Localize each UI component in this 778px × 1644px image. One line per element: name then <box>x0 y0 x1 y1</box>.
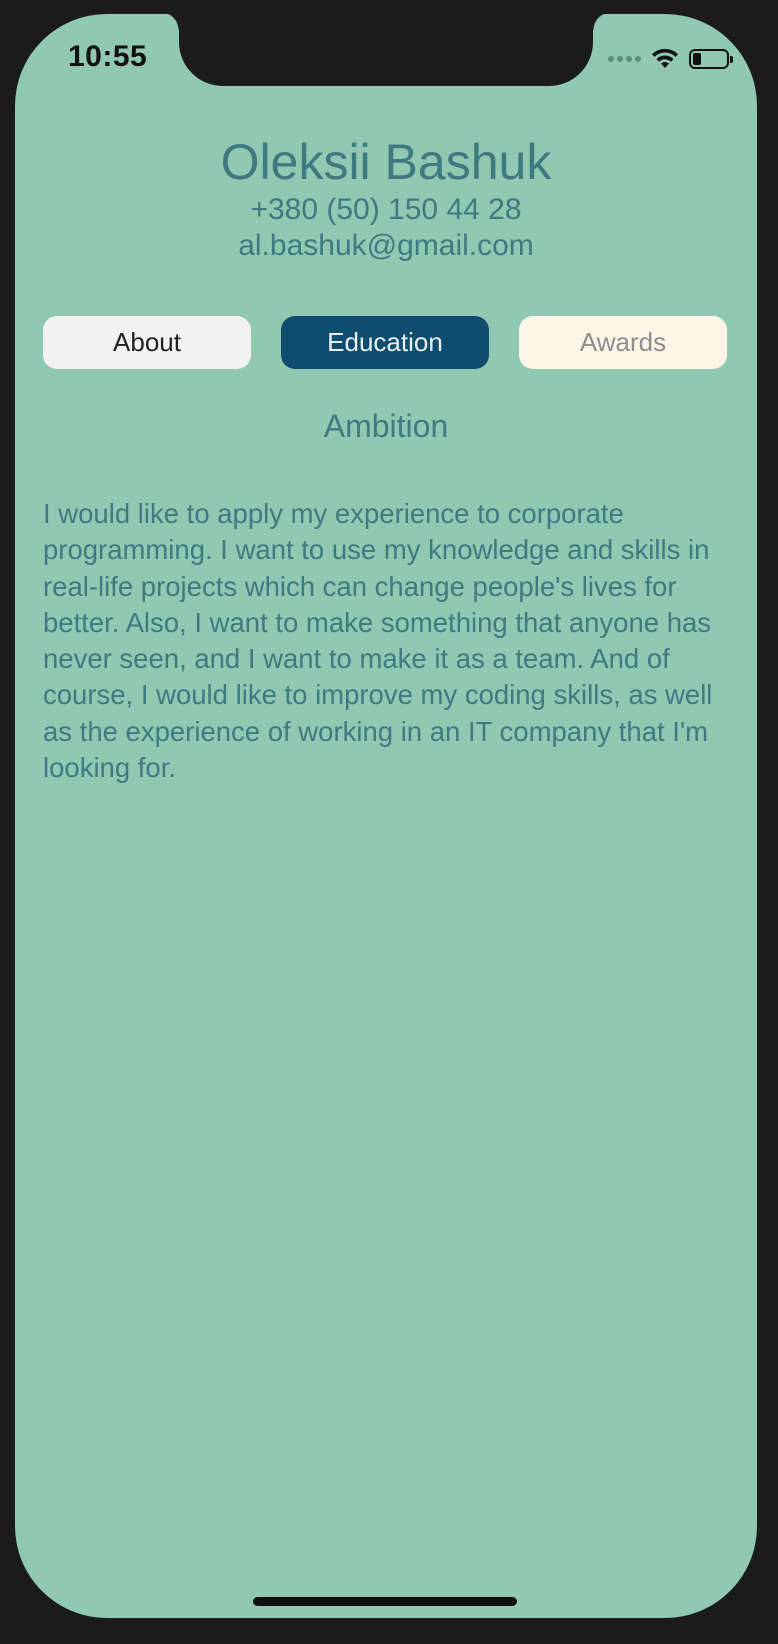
app-screen: 10:55 Oleksii Bashuk +380 (50) 150 44 28… <box>15 14 757 1618</box>
profile-phone[interactable]: +380 (50) 150 44 28 <box>15 192 757 228</box>
phone-frame: 10:55 Oleksii Bashuk +380 (50) 150 44 28… <box>0 0 778 1644</box>
profile-email[interactable]: al.bashuk@gmail.com <box>15 228 757 264</box>
tab-about[interactable]: About <box>43 316 251 369</box>
tab-awards[interactable]: Awards <box>519 316 727 369</box>
tab-bar: About Education Awards <box>43 316 727 369</box>
wifi-icon <box>652 48 678 68</box>
status-time: 10:55 <box>68 40 148 73</box>
tab-education[interactable]: Education <box>281 316 489 369</box>
profile-name: Oleksii Bashuk <box>220 134 552 190</box>
section-title: Ambition <box>323 408 449 444</box>
battery-level <box>693 53 701 65</box>
battery-icon <box>689 49 733 69</box>
device-notch <box>161 14 611 86</box>
home-indicator[interactable] <box>253 1597 517 1606</box>
profile-header: Oleksii Bashuk +380 (50) 150 44 28 al.ba… <box>15 132 757 264</box>
status-icons <box>608 44 733 74</box>
section-body: I would like to apply my experience to c… <box>43 498 713 784</box>
cellular-dots-icon <box>608 56 641 62</box>
